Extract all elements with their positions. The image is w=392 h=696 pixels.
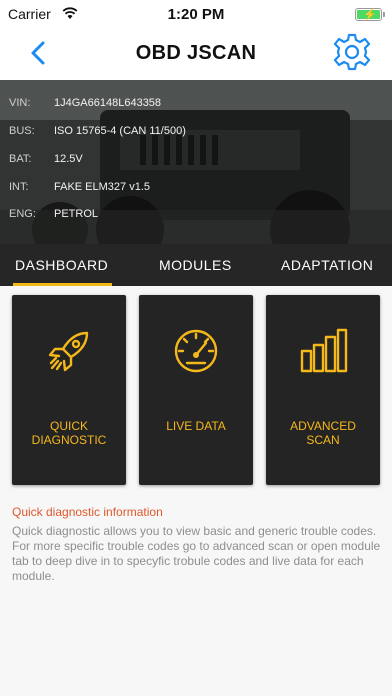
gear-icon[interactable]: [332, 32, 372, 72]
speedometer-icon: [174, 329, 218, 373]
tab-dashboard[interactable]: DASHBOARD: [15, 244, 108, 286]
quick-diagnostic-label: QUICK DIAGNOSTIC: [31, 419, 107, 447]
status-bar: Carrier 1:20 PM ⚡: [0, 0, 392, 30]
tab-selected-indicator: [13, 283, 112, 286]
battery-row: BAT: 12.5V: [9, 153, 83, 165]
int-label: INT:: [9, 181, 29, 193]
bar-chart-icon: [300, 328, 348, 373]
bat-label: BAT:: [9, 153, 32, 165]
advanced-scan-card[interactable]: ADVANCED SCAN: [266, 295, 380, 485]
rocket-icon: [48, 331, 89, 372]
live-data-card[interactable]: LIVE DATA: [139, 295, 253, 485]
live-data-label: LIVE DATA: [166, 419, 226, 433]
bat-value: 12.5V: [54, 153, 83, 165]
battery-charging-icon: ⚡: [355, 8, 385, 21]
tab-adaptation[interactable]: ADAPTATION: [281, 244, 373, 286]
vehicle-info-panel: VIN: 1J4GA66148L643358 BUS: ISO 15765-4 (C…: [0, 80, 392, 244]
tab-modules[interactable]: MODULES: [159, 244, 232, 286]
bus-value: ISO 15765-4 (CAN 11/500): [54, 125, 186, 137]
eng-value: PETROL: [54, 208, 99, 220]
tab-bar: DASHBOARD MODULES ADAPTATION: [0, 244, 392, 286]
vin-value: 1J4GA66148L643358: [54, 97, 162, 109]
vin-row: VIN: 1J4GA66148L643358: [9, 97, 161, 109]
interface-row: INT: FAKE ELM327 v1.5: [9, 181, 150, 193]
engine-row: ENG: PETROL: [9, 208, 98, 220]
advanced-scan-label: ADVANCED SCAN: [290, 419, 356, 447]
int-value: FAKE ELM327 v1.5: [54, 181, 150, 193]
nav-bar: OBD JSCAN: [0, 30, 392, 80]
bus-label: BUS:: [9, 125, 35, 137]
vin-label: VIN:: [9, 97, 31, 109]
bus-row: BUS: ISO 15765-4 (CAN 11/500): [9, 125, 186, 137]
quick-diagnostic-card[interactable]: QUICK DIAGNOSTIC: [12, 295, 126, 485]
clock: 1:20 PM: [167, 6, 225, 23]
info-title: Quick diagnostic information: [12, 505, 163, 519]
eng-label: ENG:: [9, 208, 36, 220]
info-body: Quick diagnostic allows you to view basi…: [12, 524, 381, 583]
